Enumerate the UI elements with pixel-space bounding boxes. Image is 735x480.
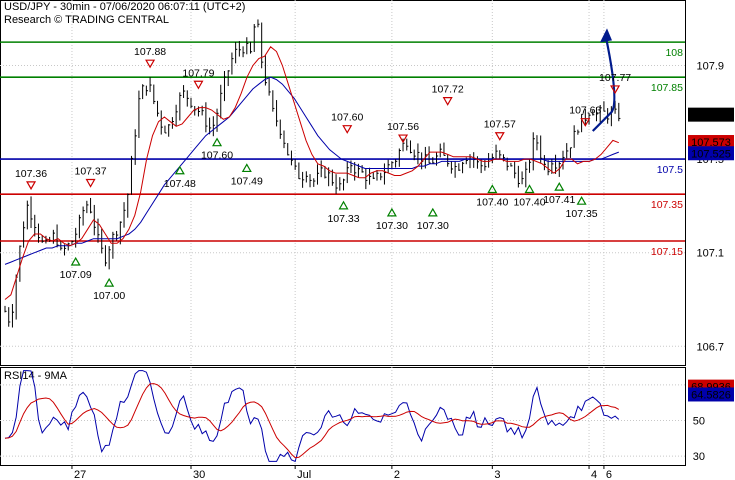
pivot-low-label: 107.35: [566, 208, 598, 220]
pivot-high-marker: [193, 80, 204, 90]
level-label: 108: [665, 47, 683, 59]
x-tick-label: 2: [394, 469, 400, 480]
x-tick-label: Jul: [297, 469, 311, 480]
pivot-high-marker: [342, 125, 353, 134]
pivot-low-label: 107.49: [231, 175, 263, 187]
x-tick-label: 3: [494, 469, 500, 480]
rsi-line: [4, 370, 620, 463]
pivot-low-label: 107.00: [93, 290, 125, 302]
pivot-high-label: 107.56: [387, 121, 419, 133]
pivot-low-label: 107.33: [327, 213, 359, 225]
level-label: 107.85: [651, 82, 683, 94]
pivot-high-marker: [85, 178, 96, 188]
pivot-high-label: 107.88: [134, 46, 166, 58]
pivot-high-label: 107.79: [182, 67, 214, 79]
pivot-low-marker: [338, 200, 349, 210]
x-tick-label: 30: [193, 469, 205, 480]
pivot-high-label: 107.60: [331, 112, 363, 124]
rsi-tick-label: 50: [693, 415, 705, 427]
pivot-low-label: 107.48: [164, 178, 196, 190]
pivot-high-label: 107.63: [569, 105, 601, 117]
price-tick-label: 107.9: [696, 61, 724, 73]
price-tag-label: 107.525: [691, 148, 731, 160]
pivot-high-marker: [26, 181, 37, 191]
pivot-low-label: 107.30: [417, 220, 449, 232]
price-panel-frame: [0, 0, 686, 366]
pivot-low-marker: [70, 256, 81, 266]
rsi-tag-label: 64.5826: [691, 389, 731, 401]
price-chart[interactable]: 107.9107.5107.1106.77050302730Jul2346108…: [0, 0, 735, 480]
pivot-low-marker: [212, 137, 223, 147]
pivot-low-marker: [554, 181, 565, 191]
pivot-high-label: 107.36: [15, 168, 47, 180]
pivot-low-marker: [104, 277, 115, 287]
pivot-low-label: 107.09: [60, 269, 92, 281]
rsi-title: RSI14 - 9MA: [4, 370, 68, 382]
pivot-low-label: 107.41: [543, 194, 575, 206]
pivot-high-marker: [398, 134, 409, 144]
pivot-low-marker: [524, 184, 535, 194]
x-tick-label: 4: [591, 469, 597, 480]
pivot-high-label: 107.77: [599, 72, 631, 84]
rsi-panel-frame: [0, 367, 686, 466]
price-tick-label: 106.7: [696, 341, 724, 353]
pivot-low-label: 107.60: [201, 150, 233, 162]
pivot-low-label: 107.40: [476, 197, 508, 209]
pivot-high-marker: [145, 59, 156, 69]
pivot-low-marker: [427, 207, 438, 217]
price-tick-label: 107.1: [696, 248, 724, 260]
x-tick-label: 27: [74, 469, 86, 480]
rsi-ma-line: [4, 383, 620, 459]
level-label: 107.5: [657, 164, 683, 176]
pivot-high-marker: [494, 132, 505, 141]
pivot-high-label: 107.72: [432, 84, 464, 96]
level-label: 107.35: [651, 199, 683, 211]
rsi-tick-label: 30: [693, 451, 705, 463]
pivot-high-label: 107.57: [484, 119, 516, 131]
level-label: 107.15: [651, 246, 683, 258]
pivot-low-label: 107.40: [513, 197, 545, 209]
pivot-low-marker: [576, 195, 587, 205]
pivot-low-marker: [241, 163, 252, 173]
forecast-arrow-head: [600, 28, 612, 43]
price-tag-label: 107.69: [694, 110, 728, 122]
pivot-high-marker: [442, 97, 453, 106]
pivot-low-label: 107.30: [376, 220, 408, 232]
pivot-high-label: 107.37: [74, 166, 106, 178]
pivot-low-marker: [386, 207, 397, 217]
x-tick-label: 6: [606, 469, 612, 480]
